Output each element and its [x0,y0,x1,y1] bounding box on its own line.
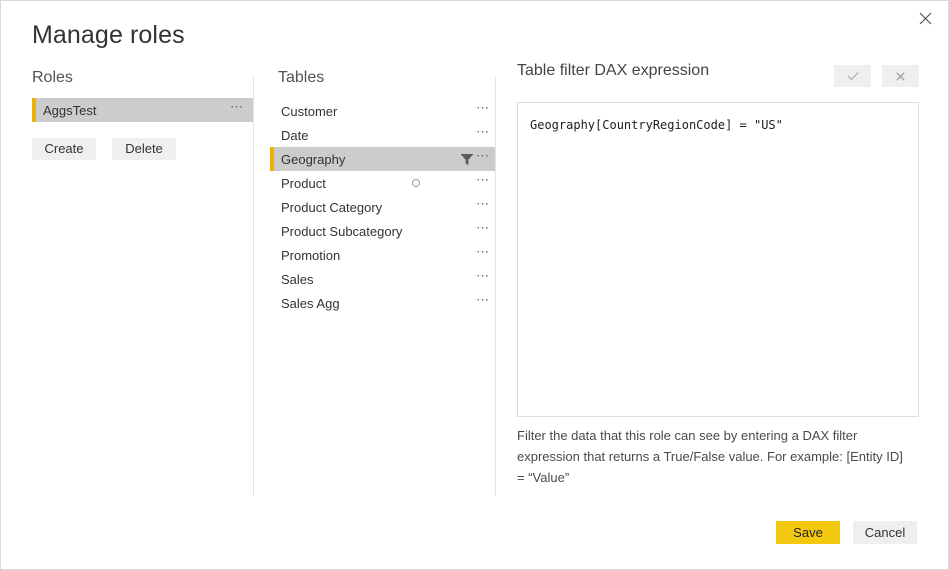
table-item-menu-icon[interactable]: ⋯ [476,125,495,142]
filter-funnel-icon [460,153,474,166]
tables-pane: Customer ⋯ Date ⋯ Geography ⋯ Product ⋯ Product … [270,99,495,315]
roles-pane: AggsTest ⋯ Create Delete [32,98,253,160]
checkmark-icon[interactable] [834,65,871,87]
table-item-menu-icon[interactable]: ⋯ [476,245,495,262]
table-status-dot-icon [412,179,420,187]
table-item-label: Customer [281,103,338,119]
save-button[interactable]: Save [776,521,840,544]
divider-roles-tables [253,76,254,496]
role-item-menu-icon[interactable]: ⋯ [230,100,253,117]
delete-role-button[interactable]: Delete [112,138,176,160]
close-icon[interactable] [903,1,948,35]
table-list-item[interactable]: Product ⋯ [270,171,495,195]
table-item-menu-icon[interactable]: ⋯ [476,149,495,166]
table-item-menu-icon[interactable]: ⋯ [476,173,495,190]
dax-help-text: Filter the data that this role can see b… [517,428,903,485]
table-item-label: Product [281,175,326,191]
dialog-footer-buttons: Save Cancel [776,521,917,544]
role-action-buttons: Create Delete [32,138,253,160]
table-list-item[interactable]: Geography ⋯ [270,147,495,171]
roles-section-header: Roles [32,69,73,86]
table-list-item[interactable]: Product Subcategory ⋯ [270,219,495,243]
checkmark-icon-glyph [847,72,858,81]
dax-expression-input[interactable] [517,102,919,417]
table-item-label: Sales Agg [281,295,340,311]
role-list-item-aggstest[interactable]: AggsTest ⋯ [32,98,253,122]
table-item-menu-icon[interactable]: ⋯ [476,221,495,238]
table-item-label: Geography [281,151,346,167]
table-item-menu-icon[interactable]: ⋯ [476,293,495,310]
table-item-label: Product Subcategory [281,223,403,239]
table-list-item[interactable]: Customer ⋯ [270,99,495,123]
table-list-item[interactable]: Sales ⋯ [270,267,495,291]
tables-section-header: Tables [278,69,325,86]
selection-accent-bar [32,98,36,122]
table-list-item[interactable]: Product Category ⋯ [270,195,495,219]
table-item-label: Date [281,127,309,143]
cancel-button[interactable]: Cancel [853,521,917,544]
cancel-edit-close-icon[interactable] [882,65,919,87]
page-title: Manage roles [32,21,185,49]
manage-roles-dialog: Manage roles Roles Tables AggsTest ⋯ Cre… [0,0,949,570]
table-item-menu-icon[interactable]: ⋯ [476,269,495,286]
table-item-menu-icon[interactable]: ⋯ [476,197,495,214]
selection-accent-bar [270,147,274,171]
role-item-label: AggsTest [43,102,97,118]
table-list-item[interactable]: Date ⋯ [270,123,495,147]
table-list-item[interactable]: Promotion ⋯ [270,243,495,267]
table-item-label: Promotion [281,247,341,263]
table-item-menu-icon[interactable]: ⋯ [476,101,495,118]
dax-header-buttons [834,65,919,87]
table-item-label: Product Category [281,199,383,215]
filter-funnel-icon-glyph [460,153,474,165]
divider-tables-dax [495,76,496,496]
close-icon-glyph [919,12,932,24]
dax-pane: Table filter DAX expression Filter the d… [517,61,919,485]
table-list-item[interactable]: Sales Agg ⋯ [270,291,495,315]
close-icon-glyph [896,71,905,81]
create-role-button[interactable]: Create [32,138,96,160]
table-item-label: Sales [281,271,314,287]
